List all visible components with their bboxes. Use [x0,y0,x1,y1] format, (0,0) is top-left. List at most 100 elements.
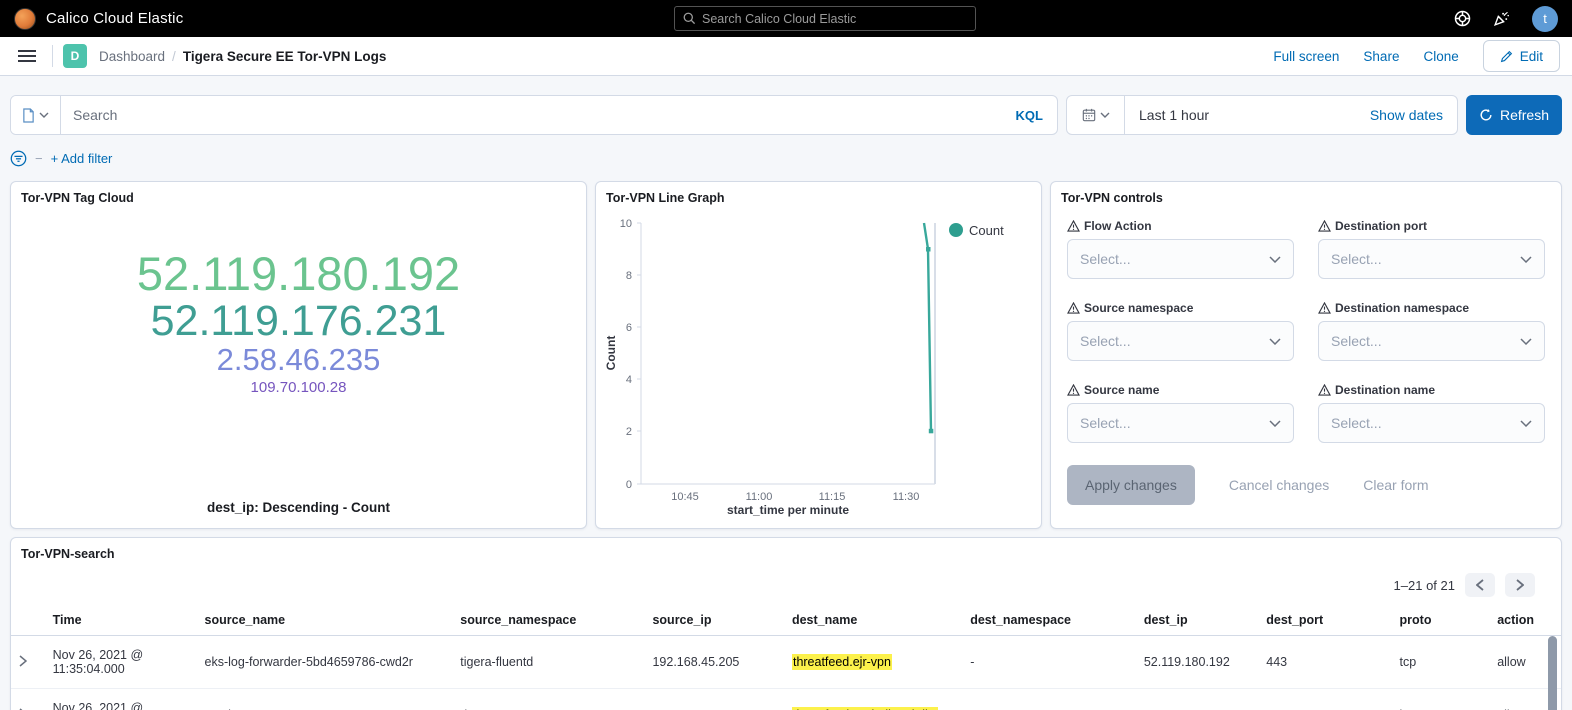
menu-icon[interactable] [12,45,42,67]
column-header[interactable]: Time [47,605,199,636]
tag-cloud-item[interactable]: 2.58.46.235 [11,344,586,376]
column-header[interactable]: proto [1394,605,1492,636]
time-range-value[interactable]: Last 1 hour [1125,107,1356,123]
column-header[interactable]: dest_port [1260,605,1393,636]
column-header[interactable]: dest_namespace [964,605,1138,636]
refresh-icon [1479,108,1493,122]
global-search[interactable] [674,6,976,31]
search-table-title: Tor-VPN-search [11,538,1561,565]
cell-dest-ip: 52.119.180.192 [1138,636,1260,689]
flow-action-select[interactable]: Select... [1067,239,1294,279]
edit-button[interactable]: Edit [1483,40,1560,72]
divider [52,45,53,67]
table-row: Nov 26, 2021 @ 11:35:04.000 netshoot dev… [11,689,1561,710]
chevron-down-icon [1520,420,1532,427]
breadcrumb: Dashboard / Tigera Secure EE Tor-VPN Log… [99,49,386,64]
cell-dest-port: 443 [1260,636,1393,689]
panels-row: Tor-VPN Tag Cloud 52.119.180.192 52.119.… [10,181,1562,529]
svg-text:6: 6 [626,322,632,334]
clear-form-button[interactable]: Clear form [1363,477,1428,493]
svg-text:11:00: 11:00 [746,491,773,503]
x-axis-ticks: 10:45 11:00 11:15 11:30 [671,491,919,503]
chevron-down-icon [39,112,49,118]
row-expand-icon[interactable] [17,655,29,667]
cell-time: Nov 26, 2021 @ 11:35:04.000 [47,636,199,689]
pagination-next-icon[interactable] [1505,573,1535,597]
dashboard-nav-bar: D Dashboard / Tigera Secure EE Tor-VPN L… [0,37,1572,76]
destination-name-select[interactable]: Select... [1318,403,1545,443]
vertical-scrollbar[interactable] [1548,636,1557,710]
calico-logo-icon [14,8,36,30]
warning-icon [1067,384,1080,396]
chevron-down-icon [1269,338,1281,345]
line-chart: 10 8 6 4 2 0 10:45 11:00 11:15 11:30 [596,209,1041,517]
add-filter-button[interactable]: + Add filter [51,151,113,166]
apply-changes-button[interactable]: Apply changes [1067,465,1195,505]
cell-time: Nov 26, 2021 @ 11:35:04.000 [47,689,199,710]
global-search-input[interactable] [702,12,967,26]
warning-icon [1318,220,1331,232]
share-button[interactable]: Share [1363,49,1399,64]
saved-query-icon [22,108,35,123]
legend[interactable]: Count [949,223,1004,238]
flow-action-field: Flow Action Select... [1067,219,1294,279]
filter-menu-icon[interactable] [10,150,27,167]
app-title: Calico Cloud Elastic [46,10,183,27]
dashboard-content: KQL Last 1 hour Show dates [0,76,1572,710]
user-avatar[interactable]: t [1532,6,1558,32]
field-label-text: Destination namespace [1335,301,1469,315]
tag-cloud-item[interactable]: 52.119.176.231 [11,299,586,344]
chevron-down-icon [1520,338,1532,345]
warning-icon [1067,220,1080,232]
column-header[interactable]: source_name [199,605,455,636]
column-header[interactable]: action [1491,605,1561,636]
show-dates-button[interactable]: Show dates [1356,107,1457,123]
column-header[interactable]: source_namespace [454,605,646,636]
data-point[interactable] [926,247,931,252]
kql-language-button[interactable]: KQL [1002,108,1057,123]
chevron-down-icon [1269,256,1281,263]
filter-dash: − [35,151,43,166]
chevron-down-icon [1269,420,1281,427]
newsfeed-icon[interactable] [1493,10,1510,27]
source-name-select[interactable]: Select... [1067,403,1294,443]
data-point[interactable] [929,429,934,434]
dashboard-badge[interactable]: D [63,44,87,68]
cell-source-ip: 192.168.45.205 [646,636,786,689]
cancel-changes-button[interactable]: Cancel changes [1229,477,1329,493]
column-header[interactable]: dest_name [786,605,964,636]
cell-dest-name: threatfeed.tor-bulk-exit-list [786,689,964,710]
destination-namespace-select[interactable]: Select... [1318,321,1545,361]
column-header[interactable]: dest_ip [1138,605,1260,636]
svg-text:4: 4 [626,374,632,386]
controls-grid: Flow Action Select... [1067,219,1545,443]
cell-dest-namespace: - [964,689,1138,710]
saved-query-menu-button[interactable] [11,96,61,134]
table-header-row: Time source_name source_namespace source… [11,605,1561,636]
full-screen-button[interactable]: Full screen [1273,49,1339,64]
cell-dest-name: threatfeed.ejr-vpn [786,636,964,689]
breadcrumb-separator: / [172,49,176,64]
source-namespace-select[interactable]: Select... [1067,321,1294,361]
source-name-field: Source name Select... [1067,383,1294,443]
column-header[interactable]: source_ip [646,605,786,636]
svg-text:10: 10 [620,218,632,230]
count-line-series[interactable] [924,223,931,431]
refresh-button[interactable]: Refresh [1466,95,1562,135]
tag-cloud-item[interactable]: 52.119.180.192 [11,250,586,299]
tag-cloud-item[interactable]: 109.70.100.28 [11,380,586,396]
query-search-input[interactable] [61,107,1002,123]
help-icon[interactable] [1454,10,1471,27]
pagination-prev-icon[interactable] [1465,573,1495,597]
table-pagination: 1–21 of 21 [11,565,1561,605]
y-axis-title: Count [604,336,618,371]
clone-button[interactable]: Clone [1423,49,1458,64]
calendar-menu-button[interactable] [1067,96,1125,134]
y-axis-ticks: 10 8 6 4 2 0 [620,218,641,491]
legend-label: Count [969,223,1004,238]
destination-port-select[interactable]: Select... [1318,239,1545,279]
cell-dest-port: - [1260,689,1393,710]
cell-source-ip: 192.168.52.200 [646,689,786,710]
destination-name-field: Destination name Select... [1318,383,1545,443]
breadcrumb-dashboard[interactable]: Dashboard [99,49,165,64]
